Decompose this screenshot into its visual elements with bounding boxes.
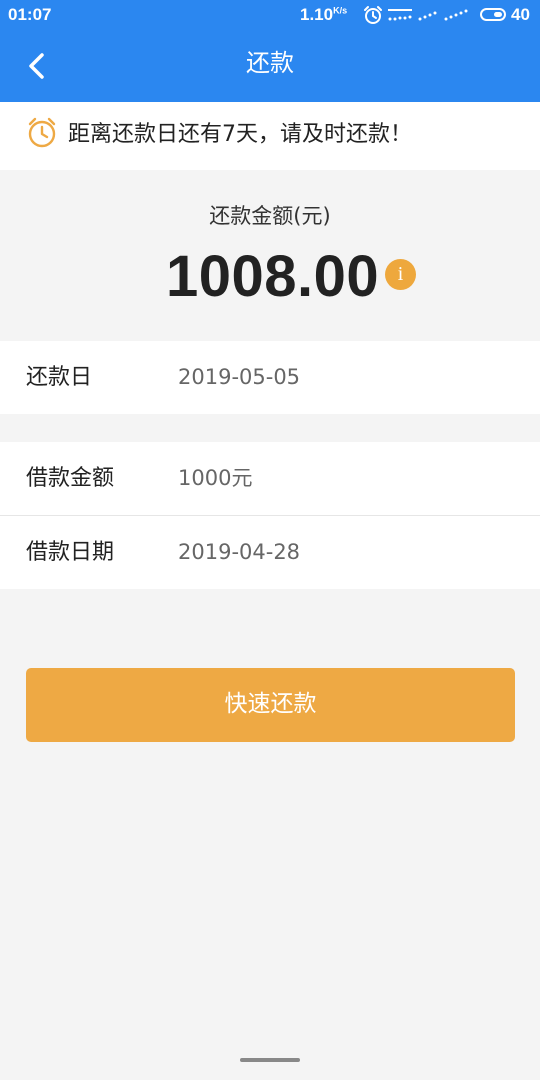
alarm-icon: [364, 6, 382, 24]
repay-date-value: 2019-05-05: [178, 365, 301, 389]
info-icon[interactable]: i: [385, 259, 416, 290]
status-time: 01:07: [8, 5, 52, 24]
network-speed-unit: K/s: [333, 5, 348, 16]
back-button[interactable]: [18, 48, 58, 84]
loan-date-row: 借款日期 2019-04-28: [0, 516, 540, 589]
due-notice: 距离还款日还有7天，请及时还款！: [0, 102, 540, 170]
home-indicator[interactable]: [240, 1058, 300, 1062]
status-bar: 01:07 1.10K/s 40: [0, 0, 540, 30]
loan-date-label: 借款日期: [26, 540, 115, 565]
alarm-clock-icon: [28, 117, 56, 148]
network-speed: 1.10K/s: [300, 5, 347, 25]
battery-icon: [480, 8, 506, 21]
loan-amount-value: 1000元: [178, 466, 253, 490]
repayment-amount-label: 还款金额(元): [209, 204, 331, 228]
repay-date-row: 还款日 2019-05-05: [0, 341, 540, 414]
quick-repay-button[interactable]: 快速还款: [26, 668, 515, 742]
network-signal-icons: [388, 9, 468, 21]
loan-amount-row: 借款金额 1000元: [0, 442, 540, 515]
chevron-left-icon: [29, 53, 44, 79]
loan-date-value: 2019-04-28: [178, 540, 301, 564]
app-header: 还款: [0, 30, 540, 102]
repayment-amount: 1008.00: [166, 244, 380, 309]
due-notice-text: 距离还款日还有7天，请及时还款！: [68, 122, 412, 147]
network-speed-value: 1.10: [300, 5, 334, 24]
page-title: 还款: [246, 49, 294, 77]
loan-amount-label: 借款金额: [26, 466, 115, 491]
repay-date-label: 还款日: [26, 365, 93, 390]
battery-level: 40: [511, 5, 530, 24]
